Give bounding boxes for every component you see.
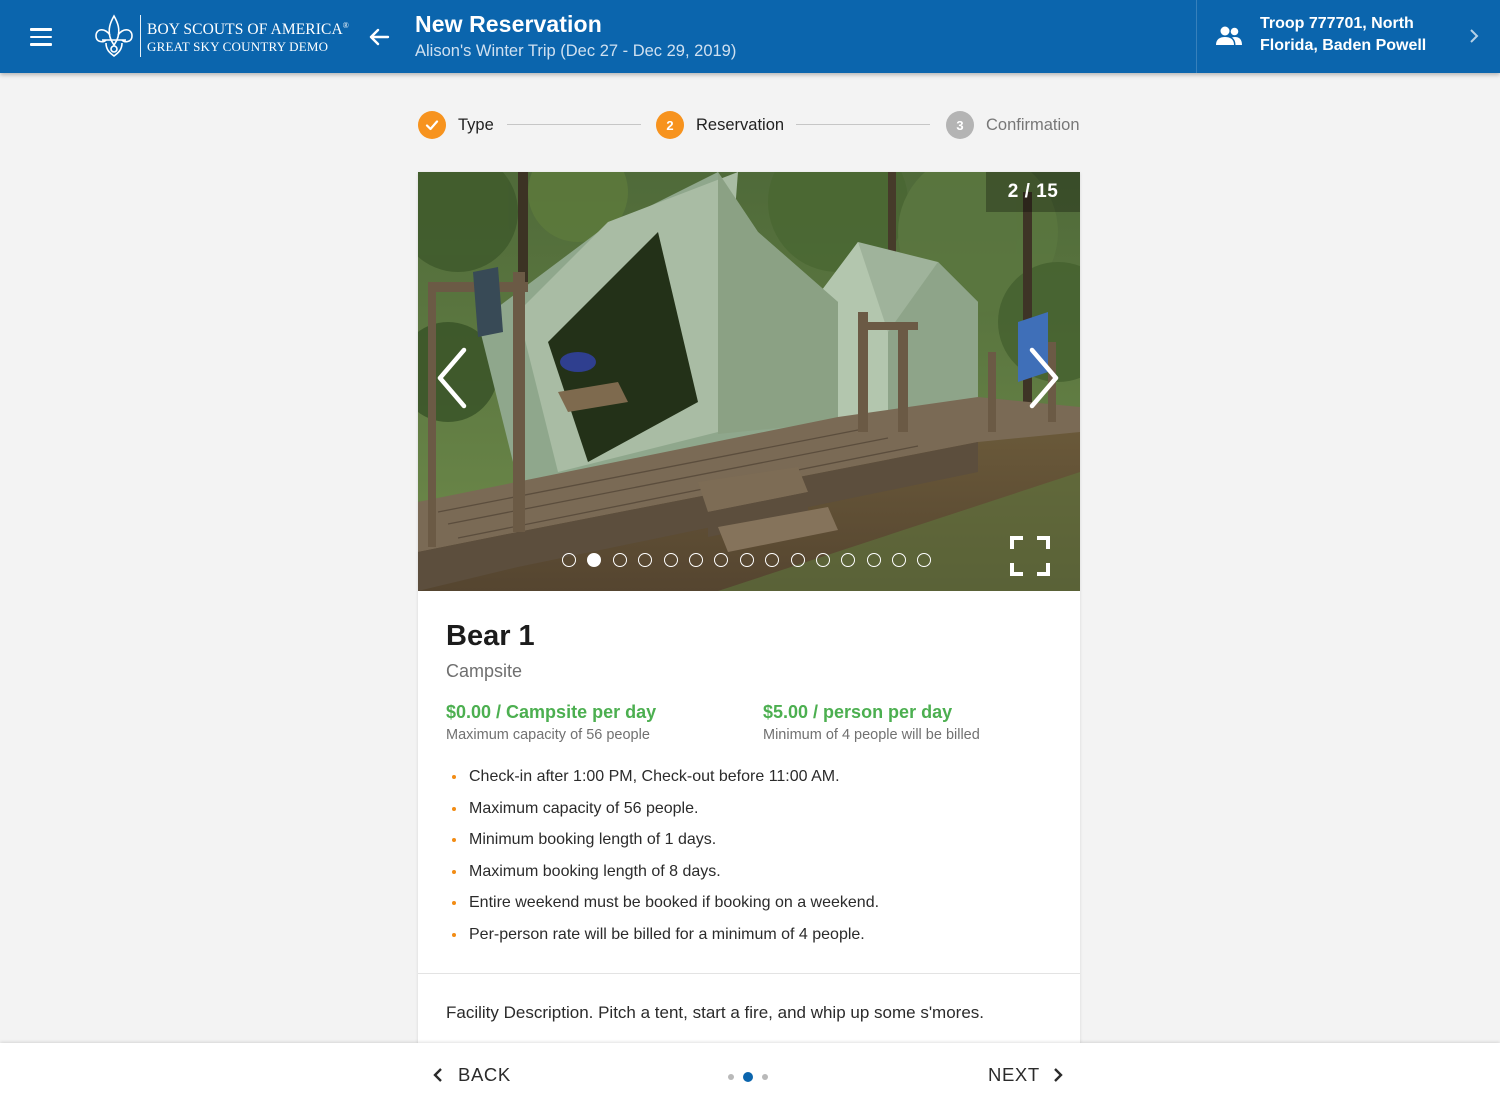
progress-dot [728, 1074, 734, 1080]
rule-item: Maximum booking length of 8 days. [446, 861, 879, 893]
facility-rules: Check-in after 1:00 PM, Check-out before… [446, 766, 879, 955]
reservation-stepper: Type 2 Reservation 3 Confirmation [418, 110, 1080, 140]
campsite-price: $0.00 / Campsite per day Maximum capacit… [446, 702, 656, 743]
gallery-dot[interactable] [866, 553, 881, 567]
divider [418, 973, 1080, 974]
brand-logo[interactable]: BOY SCOUTS OF AMERICA® GREAT SKY COUNTRY… [92, 12, 349, 60]
step-number: 2 [656, 111, 684, 139]
gallery-dot[interactable] [714, 553, 729, 567]
campsite-rate: $0.00 / Campsite per day [446, 702, 657, 722]
wizard-footer: BACK NEXT [0, 1043, 1500, 1106]
facility-type: Campsite [446, 661, 523, 681]
page-title: New Reservation [415, 11, 602, 37]
chevron-right-icon [1470, 29, 1479, 43]
checkmark-icon [418, 111, 446, 139]
gallery-dot[interactable] [663, 553, 678, 567]
step-label: Type [458, 115, 494, 134]
image-counter: 2 / 15 [986, 172, 1080, 212]
menu-icon[interactable] [22, 20, 60, 54]
step-connector [507, 124, 641, 125]
next-label: NEXT [988, 1064, 1040, 1085]
step-label: Confirmation [986, 115, 1080, 134]
rule-item: Entire weekend must be booked if booking… [446, 892, 879, 924]
brand-divider [140, 15, 141, 57]
group-icon [1216, 26, 1242, 45]
progress-dot [762, 1074, 768, 1080]
rule-item: Maximum capacity of 56 people. [446, 798, 879, 830]
capacity-note: Maximum capacity of 56 people [446, 727, 650, 743]
gallery-dot[interactable] [562, 553, 576, 567]
troop-name-line2: Florida, Baden Powell [1260, 37, 1427, 54]
gallery-dot[interactable] [917, 553, 932, 567]
facility-name: Bear 1 [446, 620, 535, 652]
person-rate: $5.00 / person per day [763, 702, 953, 722]
step-confirmation[interactable]: 3 Confirmation [946, 110, 1080, 140]
person-price: $5.00 / person per day Minimum of 4 peop… [763, 702, 980, 743]
app-header: BOY SCOUTS OF AMERICA® GREAT SKY COUNTRY… [0, 0, 1500, 73]
troop-selector[interactable]: Troop 777701, North Florida, Baden Powel… [1196, 0, 1500, 73]
troop-name: Troop 777701, North Florida, Baden Powel… [1260, 13, 1460, 57]
gallery-dot[interactable] [587, 553, 602, 567]
rule-item: Minimum booking length of 1 days. [446, 829, 879, 861]
back-button[interactable]: BACK [432, 1061, 511, 1089]
chevron-right-icon [1053, 1068, 1063, 1082]
photo-gallery: 2 / 15 [418, 172, 1080, 591]
rule-item: Check-in after 1:00 PM, Check-out before… [446, 766, 879, 798]
campsite-photo [418, 172, 1080, 591]
back-label: BACK [458, 1064, 511, 1085]
step-number: 3 [946, 111, 974, 139]
fleur-de-lis-icon [95, 14, 133, 58]
chevron-right-icon[interactable] [1024, 346, 1064, 410]
gallery-dot[interactable] [688, 553, 703, 567]
next-button[interactable]: NEXT [988, 1061, 1064, 1089]
progress-dot [743, 1072, 753, 1082]
gallery-pagination [562, 553, 932, 569]
page-subtitle: Alison's Winter Trip (Dec 27 - Dec 29, 2… [415, 42, 737, 60]
fullscreen-icon[interactable] [1010, 536, 1050, 576]
step-label: Reservation [696, 115, 785, 134]
gallery-dot[interactable] [612, 553, 627, 567]
facility-description: Facility Description. Pitch a tent, star… [446, 1003, 985, 1022]
chevron-left-icon [433, 1068, 442, 1082]
troop-name-line1: Troop 777701, North [1260, 15, 1414, 32]
brand-text: BOY SCOUTS OF AMERICA® GREAT SKY COUNTRY… [147, 17, 349, 55]
gallery-dot[interactable] [841, 553, 856, 567]
step-type[interactable]: Type [418, 110, 494, 140]
back-arrow-icon[interactable] [364, 22, 394, 52]
minimum-note: Minimum of 4 people will be billed [763, 727, 980, 743]
brand-name: BOY SCOUTS OF AMERICA® [147, 20, 349, 39]
council-name: GREAT SKY COUNTRY DEMO [147, 39, 329, 55]
gallery-dot[interactable] [815, 553, 830, 567]
gallery-dot[interactable] [638, 553, 653, 567]
step-reservation[interactable]: 2 Reservation [656, 110, 784, 140]
wizard-progress-dots [728, 1072, 768, 1082]
rule-item: Per-person rate will be billed for a min… [446, 924, 879, 956]
gallery-dot[interactable] [892, 553, 907, 567]
chevron-left-icon[interactable] [432, 346, 472, 410]
gallery-dot[interactable] [790, 553, 805, 567]
gallery-dot[interactable] [765, 553, 780, 567]
facility-card: 2 / 15 Bear 1 Campsite $0.00 / Campsite … [418, 172, 1080, 1106]
step-connector [796, 124, 930, 125]
gallery-dot[interactable] [739, 553, 754, 567]
